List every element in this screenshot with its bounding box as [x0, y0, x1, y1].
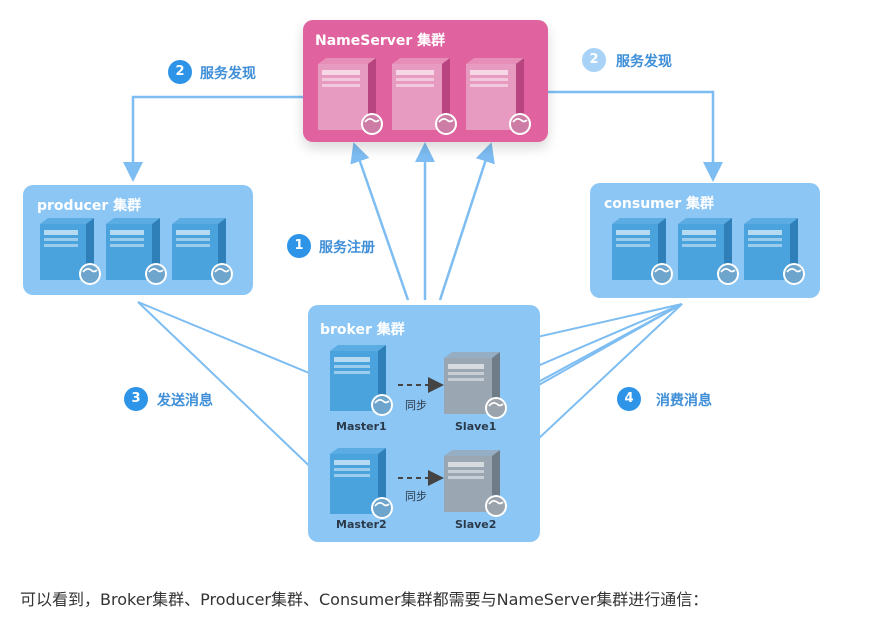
step-badge-send: 3: [124, 387, 148, 411]
step-label-consume: 消费消息: [656, 393, 712, 409]
step-label-register: 服务注册: [319, 240, 375, 256]
sync-label-1: 同步: [405, 399, 427, 412]
step-label-discover-left: 服务发现: [200, 66, 256, 82]
sync-arrows-layer: [398, 377, 444, 486]
master2-label: Master2: [336, 518, 387, 531]
slave1-label: Slave1: [455, 420, 497, 433]
sync-label-2: 同步: [405, 490, 427, 503]
step-label-send: 发送消息: [157, 393, 213, 409]
step-badge-consume: 4: [617, 387, 641, 411]
slave2-label: Slave2: [455, 518, 497, 531]
rocketmq-architecture-diagram: NameServer 集群 producer 集群 consumer 集群 br…: [0, 0, 885, 560]
step-badge-register: 1: [287, 234, 311, 258]
caption-text: 可以看到，Broker集群、Producer集群、Consumer集群都需要与N…: [20, 590, 709, 609]
step-label-discover-right: 服务发现: [616, 54, 672, 70]
step-badge-discover-right: 2: [582, 48, 606, 72]
master1-label: Master1: [336, 420, 387, 433]
step-badge-discover-left: 2: [168, 60, 192, 84]
